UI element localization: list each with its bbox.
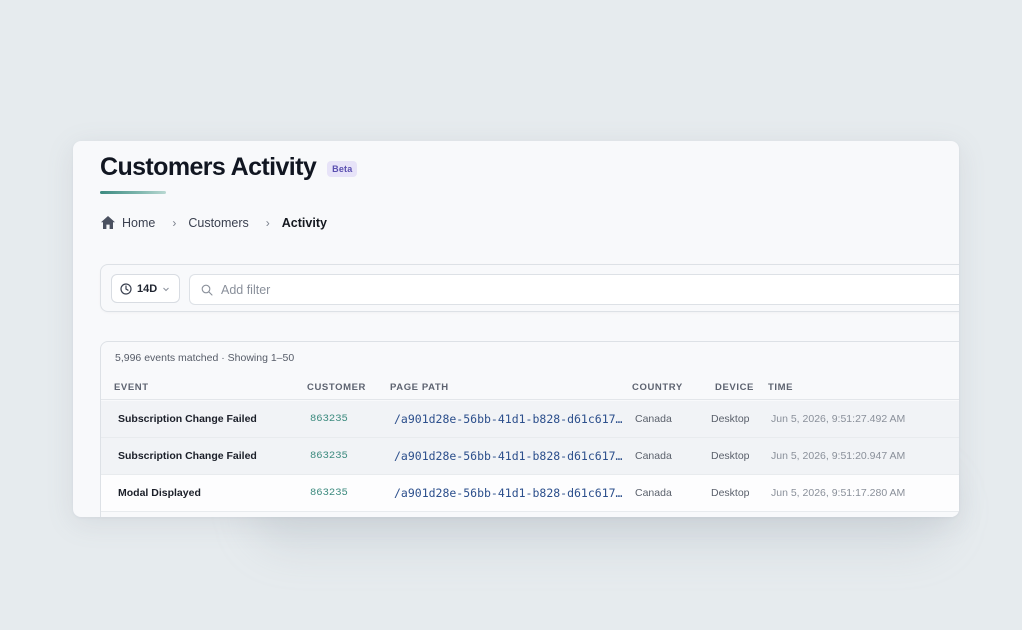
date-range-button[interactable]: 14D (111, 274, 180, 303)
events-table: 5,996 events matched · Showing 1–50 EVEN… (100, 341, 959, 517)
device-cell: Desktop (711, 487, 750, 499)
customer-id-link[interactable]: 863235 (310, 450, 348, 462)
page-path-link[interactable]: /a901d28e-56bb-41d1-b828-d61c617… (394, 486, 626, 500)
breadcrumb-home-label: Home (122, 215, 156, 230)
table-header: EVENT CUSTOMER PAGE PATH COUNTRY DEVICE … (101, 374, 959, 400)
device-cell: Desktop (711, 450, 750, 462)
title-row: Customers Activity Beta (100, 153, 358, 182)
breadcrumb-home[interactable]: Home (100, 215, 155, 230)
column-header-event[interactable]: EVENT (114, 382, 149, 393)
breadcrumb: Home › Customers › Activity (100, 215, 327, 230)
breadcrumb-customers[interactable]: Customers (188, 216, 248, 230)
time-cell: Jun 5, 2026, 9:51:27.492 AM (771, 413, 906, 425)
event-name: Subscription Change Failed (118, 413, 257, 425)
title-underline (100, 191, 166, 194)
page-title: Customers Activity (100, 153, 317, 181)
chevron-right-icon: › (265, 215, 270, 230)
country-cell: Canada (635, 413, 672, 425)
device-cell: Desktop (711, 413, 750, 425)
clock-icon (120, 282, 132, 295)
customer-id-link[interactable]: 863235 (310, 413, 348, 425)
event-name: Modal Displayed (118, 487, 201, 499)
breadcrumb-current: Activity (281, 215, 327, 230)
filter-search[interactable] (189, 274, 959, 305)
search-icon (201, 284, 213, 296)
chevron-down-icon (163, 287, 170, 291)
chevron-right-icon: › (172, 215, 177, 230)
filter-input[interactable] (221, 282, 821, 297)
table-row[interactable]: Modal Displayed 863235 /a901d28e-56bb-41… (101, 475, 959, 512)
customer-id-link[interactable]: 863235 (310, 487, 348, 499)
column-header-country[interactable]: COUNTRY (632, 382, 683, 393)
event-name: Subscription Change Failed (118, 450, 257, 462)
beta-badge: Beta (327, 161, 358, 177)
page-path-link[interactable]: /a901d28e-56bb-41d1-b828-d61c617… (394, 412, 626, 426)
time-cell: Jun 5, 2026, 9:51:17.280 AM (771, 487, 906, 499)
country-cell: Canada (635, 450, 672, 462)
column-header-device[interactable]: DEVICE (715, 382, 754, 393)
table-row[interactable]: Subscription Change Failed 863235 /a901d… (101, 438, 959, 475)
filter-bar: 14D (100, 264, 959, 312)
country-cell: Canada (635, 487, 672, 499)
results-summary: 5,996 events matched · Showing 1–50 (115, 352, 295, 364)
activity-card: Customers Activity Beta Home › Customers… (73, 141, 959, 517)
page-path-link[interactable]: /a901d28e-56bb-41d1-b828-d61c617… (394, 449, 626, 463)
time-cell: Jun 5, 2026, 9:51:20.947 AM (771, 450, 906, 462)
column-header-page-path[interactable]: PAGE PATH (390, 382, 449, 393)
column-header-time[interactable]: TIME (768, 382, 793, 393)
date-range-label: 14D (137, 282, 158, 295)
table-row[interactable]: Subscription Change Failed 863235 /a901d… (101, 401, 959, 438)
home-icon (101, 216, 115, 229)
column-header-customer[interactable]: CUSTOMER (307, 382, 366, 393)
